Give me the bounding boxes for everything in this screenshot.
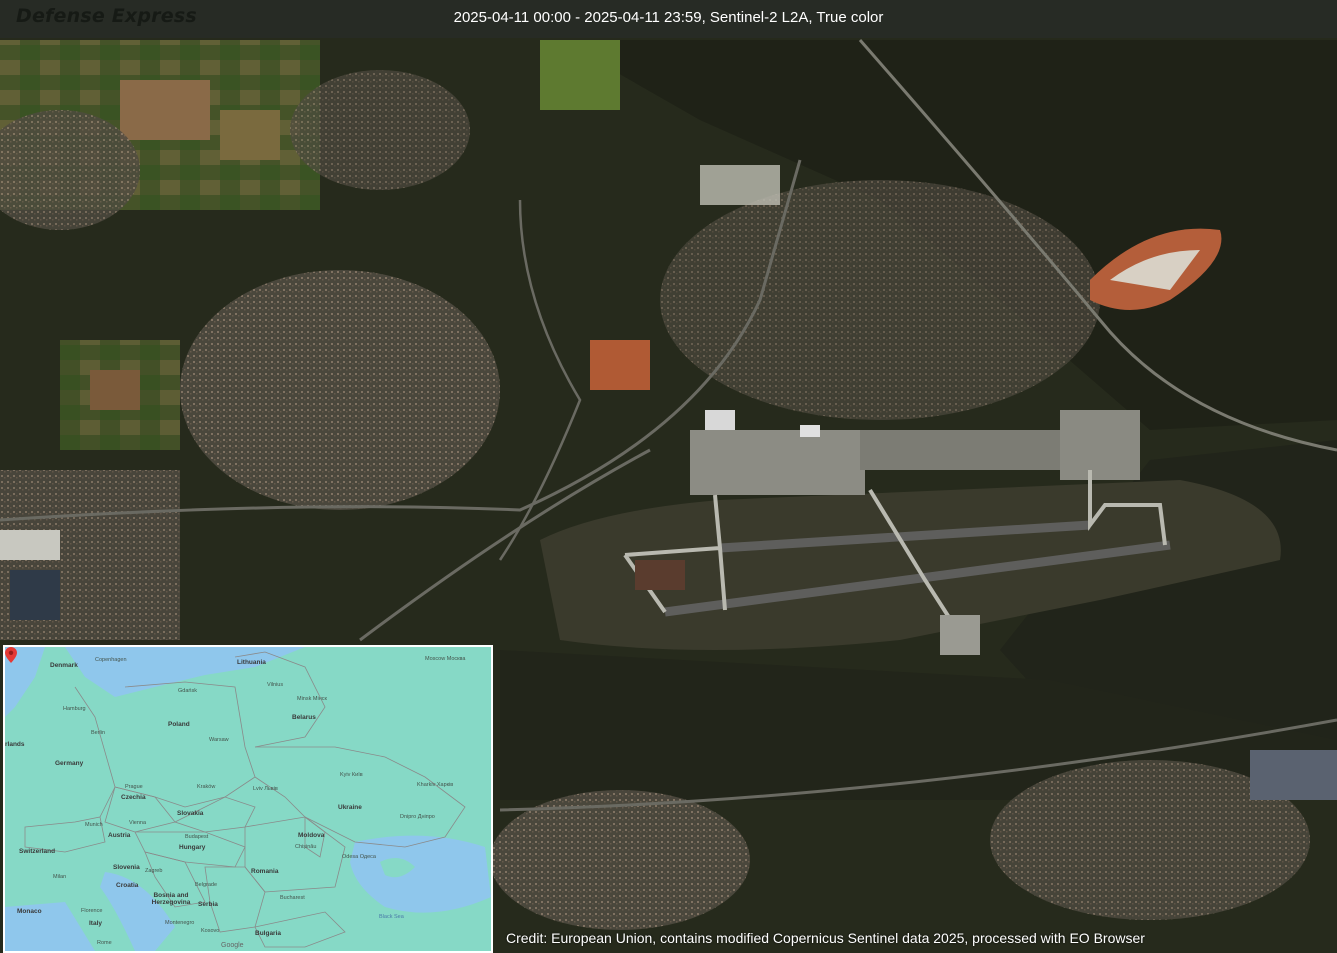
- acquisition-title: 2025-04-11 00:00 - 2025-04-11 23:59, Sen…: [453, 9, 884, 26]
- label-budapest: Budapest: [185, 834, 209, 840]
- label-hungary: Hungary: [179, 844, 206, 851]
- label-switzerland: Switzerland: [19, 848, 56, 855]
- label-romania: Romania: [251, 868, 279, 875]
- label-bucharest: Bucharest: [280, 895, 305, 901]
- label-rome: Rome: [97, 940, 112, 946]
- label-denmark: Denmark: [50, 662, 78, 669]
- label-austria: Austria: [108, 832, 131, 839]
- inset-map-shapes: [5, 647, 491, 951]
- label-berlin: Berlin: [91, 730, 106, 736]
- label-vilnius: Vilnius: [267, 682, 284, 688]
- label-montenegro: Montenegro: [165, 920, 195, 926]
- label-moscow: Moscow Москва: [425, 656, 466, 662]
- label-black-sea: Black Sea: [379, 914, 404, 920]
- map-pin-icon: [5, 647, 17, 663]
- label-minsk: Minsk Мінск: [297, 696, 327, 702]
- label-google: Google: [221, 942, 244, 949]
- label-hamburg: Hamburg: [63, 706, 86, 712]
- label-milan: Milan: [53, 874, 67, 880]
- label-lviv: Lviv Львів: [253, 786, 278, 792]
- label-slovakia: Slovakia: [177, 810, 204, 817]
- image-credit: Credit: European Union, contains modifie…: [506, 930, 1145, 946]
- label-serbia: Serbia: [198, 901, 218, 908]
- label-germany: Germany: [55, 760, 84, 767]
- label-florence: Florence: [81, 908, 103, 914]
- label-gdansk: Gdańsk: [178, 688, 197, 694]
- label-chisinau: Chișinău: [295, 844, 317, 850]
- label-belarus: Belarus: [292, 714, 316, 721]
- label-bosnia: Bosnia and Herzegovina: [151, 892, 191, 906]
- label-slovenia: Slovenia: [113, 864, 140, 871]
- label-kharkiv: Kharkiv Харків: [417, 782, 454, 788]
- label-czechia: Czechia: [121, 794, 146, 801]
- label-italy: Italy: [89, 920, 103, 927]
- label-kosovo: Kosovo: [201, 928, 220, 934]
- label-krakow: Kraków: [197, 784, 216, 790]
- label-copenhagen: Copenhagen: [95, 657, 127, 663]
- inset-locator-map: Denmark Copenhagen Lithuania Moscow Моск…: [3, 645, 493, 953]
- label-odesa: Odesa Одеса: [342, 854, 376, 860]
- label-munich: Munich: [85, 822, 103, 828]
- label-prague: Prague: [125, 784, 143, 790]
- label-bulgaria: Bulgaria: [255, 930, 282, 937]
- label-warsaw: Warsaw: [209, 737, 229, 743]
- label-monaco: Monaco: [17, 908, 42, 915]
- label-belgrade: Belgrade: [195, 882, 218, 888]
- label-netherlands: rlands: [5, 741, 25, 748]
- label-lithuania: Lithuania: [237, 659, 266, 666]
- label-zagreb: Zagreb: [145, 868, 163, 874]
- label-moldova: Moldova: [298, 832, 325, 839]
- label-dnipro: Dnipro Дніпро: [400, 814, 435, 820]
- label-kyiv: Kyiv Київ: [340, 772, 363, 778]
- label-ukraine: Ukraine: [338, 804, 362, 811]
- label-vienna: Vienna: [129, 820, 147, 826]
- label-croatia: Croatia: [116, 882, 139, 889]
- label-poland: Poland: [168, 721, 190, 728]
